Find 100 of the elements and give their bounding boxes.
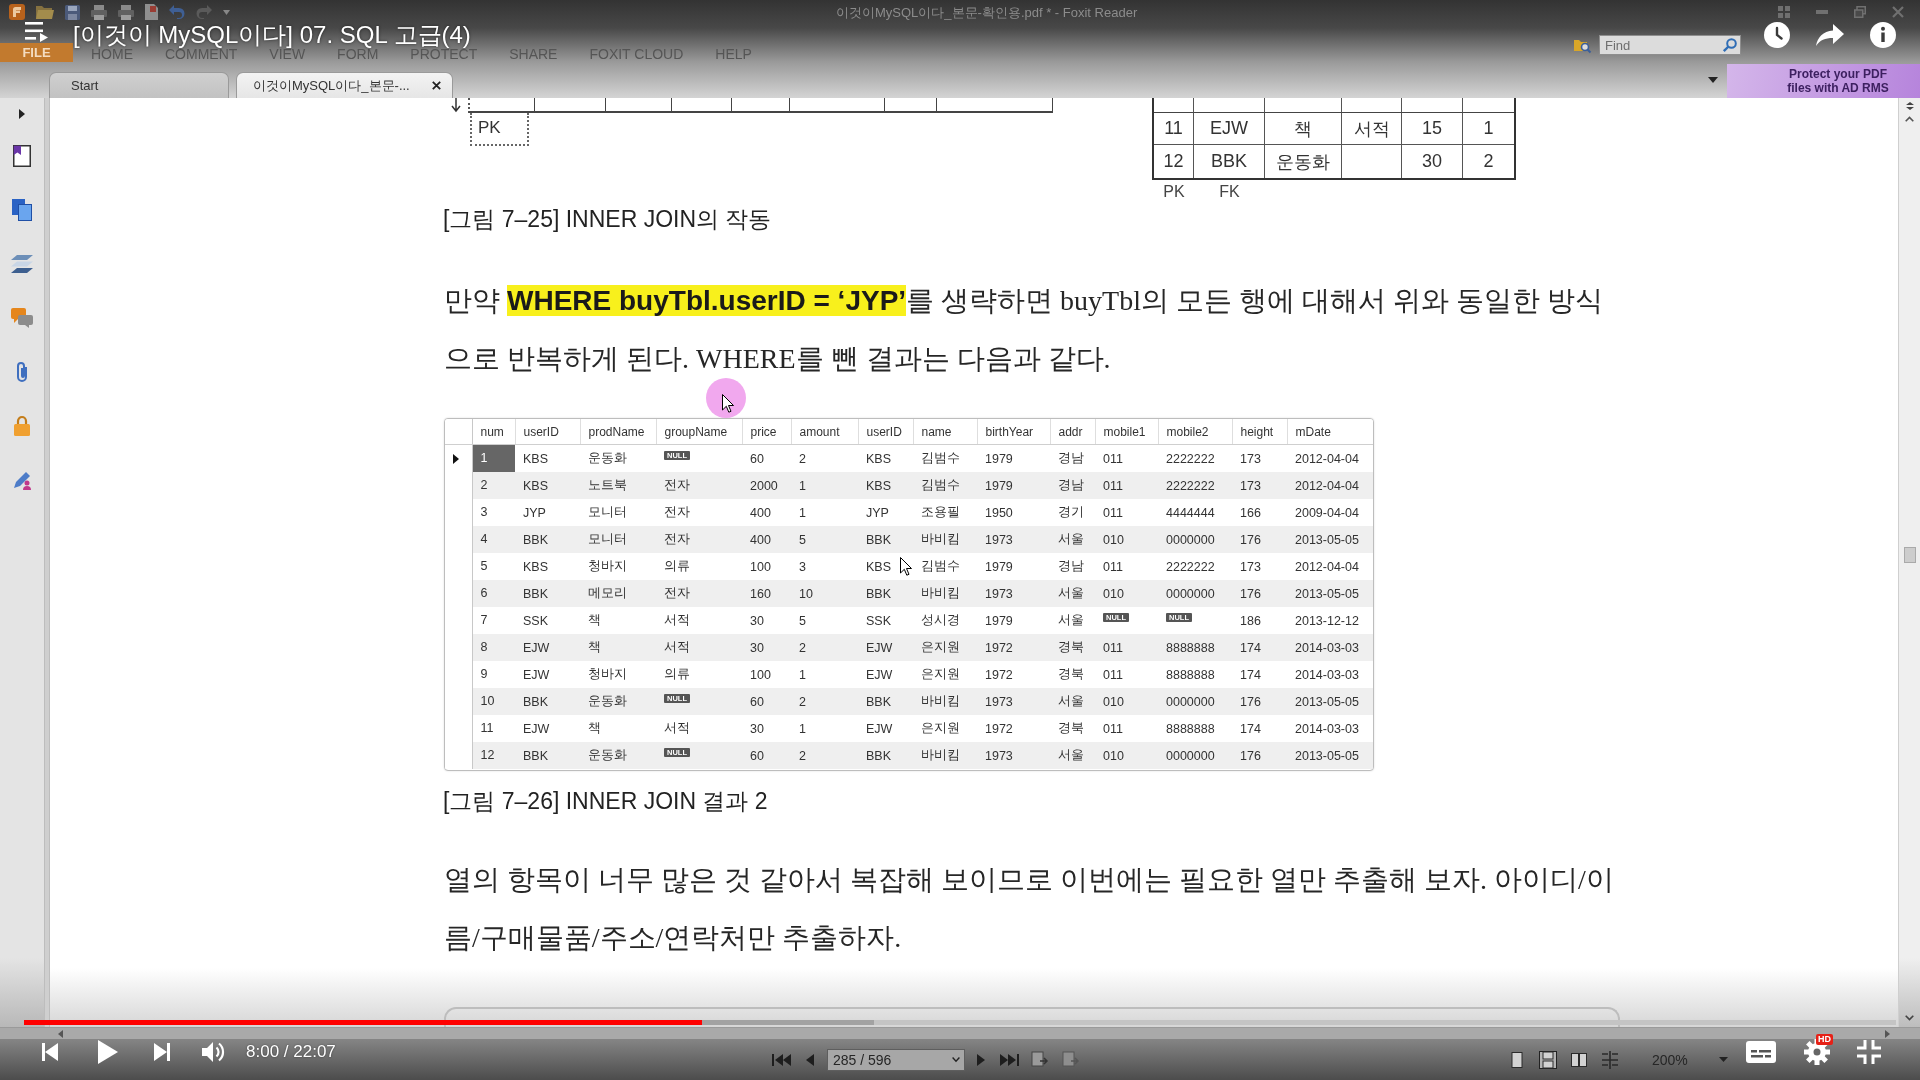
ribbon-tab[interactable]: VIEW <box>253 47 322 62</box>
figure-caption: [그림 7–26] INNER JOIN 결과 2 <box>443 787 769 816</box>
table-cell-text: 6 <box>479 585 489 602</box>
column-header: prodName <box>588 424 645 439</box>
table-cell-text: 5 <box>479 558 489 575</box>
table-value: 011 <box>1103 667 1123 682</box>
vertical-scrollbar[interactable] <box>1898 98 1920 1027</box>
restore-icon[interactable] <box>1854 6 1866 18</box>
pages-icon[interactable] <box>12 199 32 221</box>
table-value: KBS <box>523 559 548 574</box>
table-value: 1 <box>799 721 806 736</box>
playlist-icon[interactable] <box>25 22 48 42</box>
table-value: EJW <box>866 721 893 736</box>
search-field[interactable]: Find <box>1599 35 1741 55</box>
page-field[interactable]: 285 / 596 <box>827 1048 965 1071</box>
print-icon[interactable] <box>118 4 134 20</box>
table-cell: 서적 <box>1342 113 1402 145</box>
table-value: 0000000 <box>1166 748 1215 763</box>
ad-banner[interactable]: Protect your PDF files with AD RMS <box>1727 64 1920 98</box>
caret-icon[interactable] <box>1708 77 1718 83</box>
table-value: 1 <box>799 667 806 682</box>
table-cell-text: 2 <box>479 477 489 494</box>
table-value: 서울 <box>1058 748 1084 762</box>
ribbon-tab[interactable]: PROTECT <box>394 47 494 62</box>
continuous-page-icon[interactable] <box>1539 1050 1557 1069</box>
page-icon[interactable] <box>13 145 31 167</box>
column-header: userID <box>866 424 902 439</box>
table-value: 1972 <box>985 721 1013 736</box>
table-value: 173 <box>1240 451 1261 466</box>
zoom-level[interactable]: 200% <box>1652 1051 1688 1068</box>
app-logo-icon[interactable] <box>9 4 25 20</box>
single-page-icon[interactable] <box>1508 1050 1526 1069</box>
facing-pages-icon[interactable] <box>1570 1050 1588 1069</box>
paperclip-icon[interactable] <box>16 361 28 383</box>
close-icon[interactable] <box>432 81 441 90</box>
table-value: 청바지 <box>588 559 627 573</box>
table-value: 조용필 <box>921 505 960 519</box>
lock-icon[interactable] <box>14 415 30 437</box>
ribbon-tab[interactable]: HELP <box>699 47 768 62</box>
splitter-icon[interactable] <box>1904 102 1915 110</box>
folder-search-icon[interactable] <box>1574 37 1591 53</box>
table-cell: 15 <box>1402 113 1463 145</box>
expand-arrow-icon[interactable] <box>19 109 25 119</box>
video-title[interactable]: [이것이 MySQL이다] 07. SQL 고급(4) <box>73 22 471 48</box>
previous-page-icon[interactable] <box>806 1053 814 1066</box>
table-value: 바비킴 <box>921 748 960 762</box>
table-value: EJW <box>523 721 550 736</box>
comment-icon[interactable] <box>11 307 33 329</box>
current-row-icon <box>453 453 459 464</box>
table-cell: 30 <box>1402 145 1463 178</box>
layers-icon[interactable] <box>11 253 33 275</box>
continuous-facing-icon[interactable] <box>1601 1050 1619 1069</box>
ribbon-tab[interactable]: FOXIT CLOUD <box>573 47 700 62</box>
next-page-icon[interactable] <box>977 1053 985 1066</box>
document-icon[interactable] <box>145 4 158 20</box>
scrollbar-thumb[interactable] <box>1903 547 1916 563</box>
volume-icon[interactable] <box>202 1041 225 1063</box>
progress-track[interactable] <box>24 1020 1896 1025</box>
print-icon[interactable] <box>91 4 107 20</box>
document-tab[interactable]: Start <box>49 72 229 98</box>
down-arrow-icon <box>451 98 461 112</box>
skip-previous-icon[interactable] <box>42 1043 58 1061</box>
document-tab[interactable]: 이것이MySQL이다_본문-... <box>236 72 453 98</box>
ribbon-tab[interactable]: COMMENT <box>149 47 254 62</box>
table-value: 4444444 <box>1166 505 1215 520</box>
folder-icon[interactable] <box>36 5 54 19</box>
table-value: BBK <box>866 748 891 763</box>
exit-fullscreen-icon[interactable] <box>1857 1040 1881 1064</box>
table-value: 2009-04-04 <box>1295 505 1359 520</box>
left-arrow-icon[interactable] <box>58 1029 63 1038</box>
file-menu-button[interactable]: FILE <box>0 43 73 62</box>
table-value: 경북 <box>1058 667 1084 681</box>
clock-icon[interactable] <box>1764 22 1790 48</box>
table-value: 010 <box>1103 586 1124 601</box>
table-cell <box>535 98 606 113</box>
share-icon[interactable] <box>1816 24 1844 46</box>
pen-icon[interactable] <box>12 469 32 491</box>
right-arrow-icon[interactable] <box>1885 1029 1890 1038</box>
ribbon-tab[interactable]: SHARE <box>493 47 574 62</box>
table-value: 2012-04-04 <box>1295 478 1359 493</box>
table-value: 2 <box>799 451 806 466</box>
skip-next-icon[interactable] <box>154 1043 170 1061</box>
ribbon-tab[interactable]: FORM <box>321 47 395 62</box>
key-label: PK <box>1162 182 1186 202</box>
table-value: 책 <box>588 640 601 654</box>
table-value: EJW <box>523 640 550 655</box>
subtitles-icon[interactable] <box>1746 1041 1776 1063</box>
table-value: 176 <box>1240 586 1261 601</box>
caret-icon[interactable] <box>952 1056 960 1062</box>
last-page-icon[interactable] <box>999 1053 1019 1066</box>
table-cell <box>672 98 732 113</box>
play-icon[interactable] <box>98 1040 118 1064</box>
info-icon[interactable] <box>1870 22 1896 48</box>
save-icon[interactable] <box>65 4 80 20</box>
table-value: 노트북 <box>588 478 627 492</box>
ribbon-tab[interactable]: HOME <box>75 47 149 62</box>
grid-icon[interactable] <box>1778 6 1790 18</box>
page-arrow-icon[interactable] <box>1032 1051 1048 1068</box>
search-icon[interactable] <box>1723 38 1737 52</box>
first-page-icon[interactable] <box>772 1053 792 1066</box>
